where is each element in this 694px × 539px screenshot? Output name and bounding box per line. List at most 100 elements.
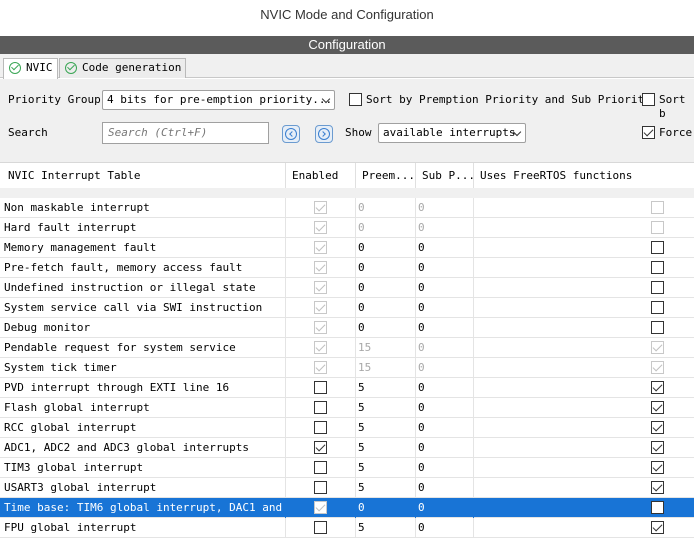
freertos-checkbox[interactable] bbox=[651, 401, 664, 414]
column-header-sub-priority[interactable]: Sub P... bbox=[416, 163, 474, 189]
preemption-priority[interactable]: 0 bbox=[356, 298, 416, 318]
sub-priority[interactable]: 0 bbox=[416, 418, 474, 438]
sub-priority[interactable]: 0 bbox=[416, 458, 474, 478]
preemption-priority[interactable]: 5 bbox=[356, 438, 416, 458]
tab-code-generation-label: Code generation bbox=[82, 61, 182, 74]
nvic-toolbar: Priority Group 4 bits for pre-emption pr… bbox=[0, 79, 694, 162]
freertos-checkbox[interactable] bbox=[651, 241, 664, 254]
table-row[interactable]: FPU global interrupt 5 0 bbox=[0, 518, 694, 538]
table-row[interactable]: ADC1, ADC2 and ADC3 global interrupts 5 0 bbox=[0, 438, 694, 458]
freertos-checkbox[interactable] bbox=[651, 301, 664, 314]
enabled-cell bbox=[286, 278, 356, 298]
preemption-priority[interactable]: 0 bbox=[356, 278, 416, 298]
preemption-priority[interactable]: 5 bbox=[356, 418, 416, 438]
tab-nvic[interactable]: NVIC bbox=[3, 58, 58, 79]
sub-priority[interactable]: 0 bbox=[416, 278, 474, 298]
show-select[interactable]: available interrupts bbox=[378, 123, 526, 143]
freertos-cell bbox=[474, 298, 694, 318]
column-header-enabled[interactable]: Enabled bbox=[286, 163, 356, 189]
preemption-priority: 0 bbox=[356, 198, 416, 218]
enabled-checkbox[interactable] bbox=[314, 381, 327, 394]
search-next-button[interactable] bbox=[315, 125, 333, 143]
table-row[interactable]: Memory management fault 0 0 bbox=[0, 238, 694, 258]
preemption-priority[interactable]: 0 bbox=[356, 238, 416, 258]
enabled-checkbox[interactable] bbox=[314, 521, 327, 534]
sub-priority[interactable]: 0 bbox=[416, 318, 474, 338]
preemption-priority[interactable]: 0 bbox=[356, 498, 416, 518]
sub-priority[interactable]: 0 bbox=[416, 398, 474, 418]
enabled-checkbox[interactable] bbox=[314, 441, 327, 454]
freertos-checkbox[interactable] bbox=[651, 481, 664, 494]
table-row[interactable]: Pre-fetch fault, memory access fault 0 0 bbox=[0, 258, 694, 278]
preemption-priority[interactable]: 5 bbox=[356, 378, 416, 398]
tab-code-generation[interactable]: Code generation bbox=[59, 58, 187, 78]
table-row[interactable]: Flash global interrupt 5 0 bbox=[0, 398, 694, 418]
table-row[interactable]: Hard fault interrupt 0 0 bbox=[0, 218, 694, 238]
enabled-cell bbox=[286, 198, 356, 218]
search-input[interactable]: Search (Ctrl+F) bbox=[102, 122, 269, 144]
freertos-cell bbox=[474, 458, 694, 478]
column-header-name[interactable]: NVIC Interrupt Table bbox=[0, 163, 286, 189]
preemption-priority[interactable]: 5 bbox=[356, 398, 416, 418]
freertos-checkbox[interactable] bbox=[651, 281, 664, 294]
preemption-priority[interactable]: 5 bbox=[356, 458, 416, 478]
table-row[interactable]: Non maskable interrupt 0 0 bbox=[0, 198, 694, 218]
preemption-priority: 0 bbox=[356, 218, 416, 238]
column-header-preemption[interactable]: Preem... bbox=[356, 163, 416, 189]
freertos-checkbox[interactable] bbox=[651, 261, 664, 274]
preemption-priority[interactable]: 0 bbox=[356, 258, 416, 278]
freertos-checkbox[interactable] bbox=[651, 421, 664, 434]
table-row[interactable]: System tick timer 15 0 bbox=[0, 358, 694, 378]
table-spacer bbox=[0, 188, 694, 198]
freertos-cell bbox=[474, 478, 694, 498]
freertos-cell bbox=[474, 518, 694, 538]
enabled-cell bbox=[286, 218, 356, 238]
priority-group-select[interactable]: 4 bits for pre-emption priority... bbox=[102, 90, 335, 110]
sub-priority[interactable]: 0 bbox=[416, 498, 474, 518]
sub-priority[interactable]: 0 bbox=[416, 478, 474, 498]
freertos-checkbox[interactable] bbox=[651, 381, 664, 394]
table-row[interactable]: RCC global interrupt 5 0 bbox=[0, 418, 694, 438]
force-checkbox[interactable] bbox=[642, 126, 655, 139]
preemption-priority[interactable]: 5 bbox=[356, 518, 416, 538]
freertos-checkbox[interactable] bbox=[651, 521, 664, 534]
enabled-checkbox[interactable] bbox=[314, 421, 327, 434]
freertos-cell bbox=[474, 278, 694, 298]
table-row[interactable]: Pendable request for system service 15 0 bbox=[0, 338, 694, 358]
freertos-checkbox[interactable] bbox=[651, 501, 664, 514]
search-previous-button[interactable] bbox=[282, 125, 300, 143]
sort-interrupts-checkbox[interactable] bbox=[642, 93, 655, 106]
table-row[interactable]: System service call via SWI instruction 0… bbox=[0, 298, 694, 318]
preemption-priority[interactable]: 0 bbox=[356, 318, 416, 338]
column-header-freertos[interactable]: Uses FreeRTOS functions bbox=[474, 163, 694, 189]
table-row[interactable]: Debug monitor 0 0 bbox=[0, 318, 694, 338]
tab-bar: NVIC Code generation bbox=[0, 54, 694, 79]
sub-priority[interactable]: 0 bbox=[416, 518, 474, 538]
table-row[interactable]: Time base: TIM6 global interrupt, DAC1 a… bbox=[0, 498, 694, 518]
freertos-checkbox bbox=[651, 221, 664, 234]
show-label: Show bbox=[345, 126, 372, 139]
sub-priority[interactable]: 0 bbox=[416, 438, 474, 458]
sub-priority[interactable]: 0 bbox=[416, 238, 474, 258]
freertos-cell bbox=[474, 318, 694, 338]
preemption-priority[interactable]: 5 bbox=[356, 478, 416, 498]
sub-priority[interactable]: 0 bbox=[416, 378, 474, 398]
sub-priority[interactable]: 0 bbox=[416, 258, 474, 278]
table-row[interactable]: PVD interrupt through EXTI line 16 5 0 bbox=[0, 378, 694, 398]
interrupt-name: Flash global interrupt bbox=[0, 398, 286, 418]
enabled-checkbox[interactable] bbox=[314, 401, 327, 414]
freertos-checkbox[interactable] bbox=[651, 321, 664, 334]
freertos-checkbox[interactable] bbox=[651, 461, 664, 474]
enabled-checkbox[interactable] bbox=[314, 481, 327, 494]
interrupt-name: Memory management fault bbox=[0, 238, 286, 258]
sub-priority: 0 bbox=[416, 338, 474, 358]
table-row[interactable]: TIM3 global interrupt 5 0 bbox=[0, 458, 694, 478]
freertos-checkbox bbox=[651, 361, 664, 374]
table-row[interactable]: Undefined instruction or illegal state 0 0 bbox=[0, 278, 694, 298]
enabled-checkbox[interactable] bbox=[314, 461, 327, 474]
table-row[interactable]: USART3 global interrupt 5 0 bbox=[0, 478, 694, 498]
sort-premption-checkbox[interactable] bbox=[349, 93, 362, 106]
freertos-checkbox[interactable] bbox=[651, 441, 664, 454]
enabled-cell bbox=[286, 398, 356, 418]
sub-priority[interactable]: 0 bbox=[416, 298, 474, 318]
